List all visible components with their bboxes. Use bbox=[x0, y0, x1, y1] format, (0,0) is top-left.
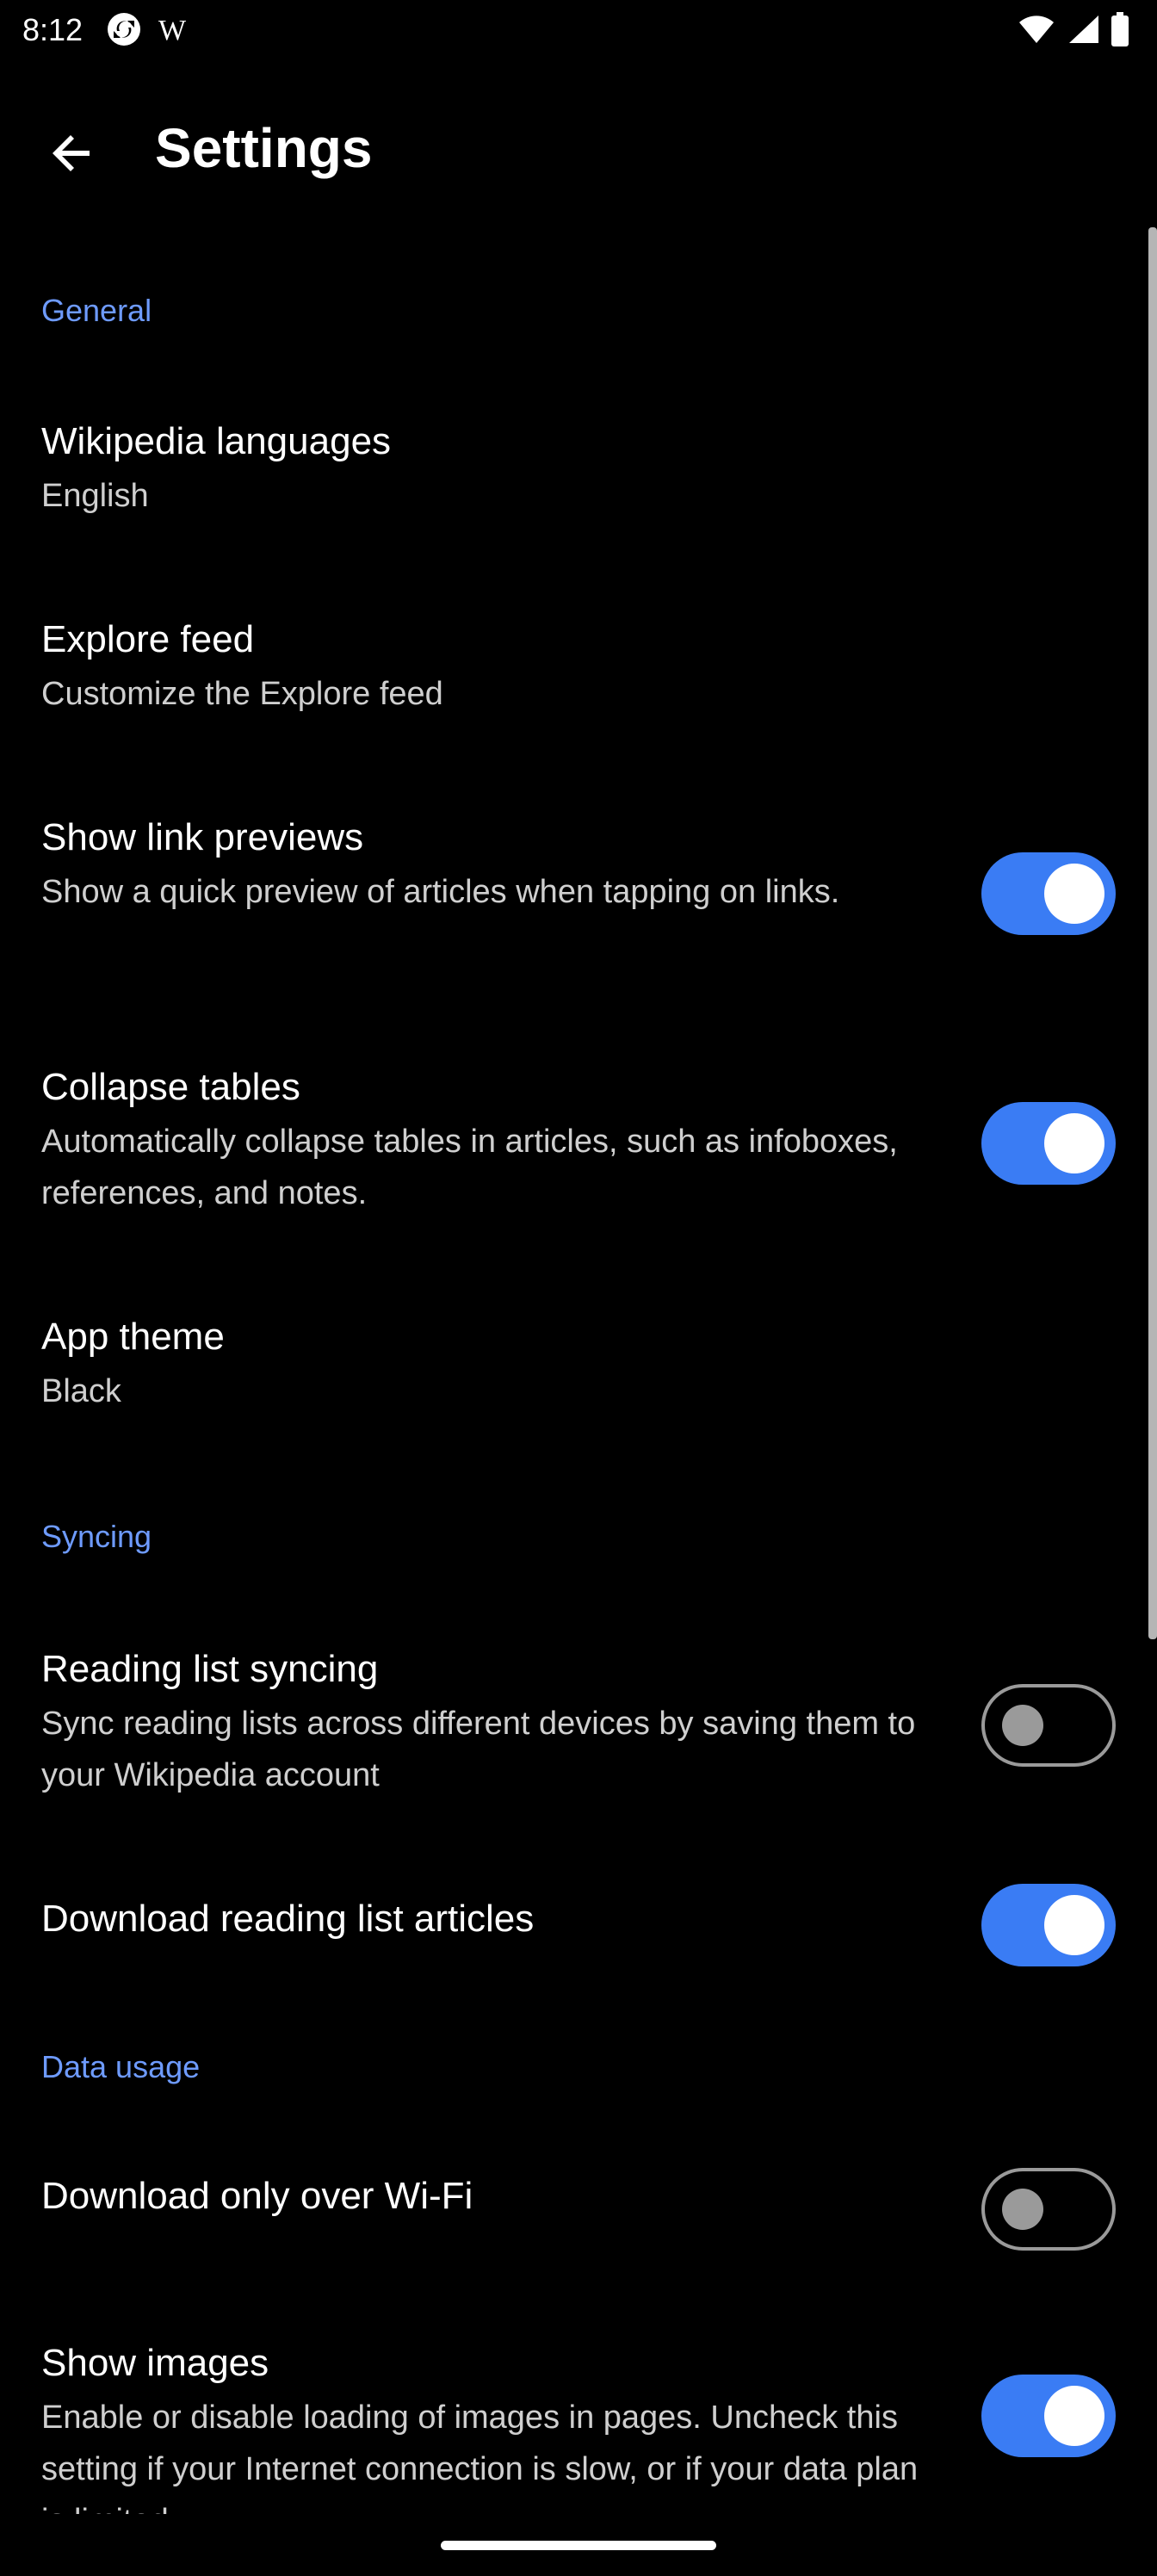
pref-title: Show link previews bbox=[41, 816, 364, 858]
switch-thumb bbox=[1044, 1113, 1104, 1173]
section-header-syncing: Syncing bbox=[41, 1519, 152, 1554]
pref-show-link-previews[interactable]: Show link previews Show a quick preview … bbox=[0, 768, 1157, 1000]
download-reading-list-articles-switch[interactable] bbox=[981, 1884, 1116, 1966]
pref-summary: Sync reading lists across different devi… bbox=[41, 1706, 916, 1793]
pref-reading-list-syncing[interactable]: Reading list syncing Sync reading lists … bbox=[0, 1600, 1157, 1832]
show-images-switch[interactable] bbox=[981, 2375, 1116, 2457]
page-title: Settings bbox=[155, 117, 373, 179]
status-bar: 8:12 W bbox=[0, 0, 1157, 65]
app-bar: Settings bbox=[0, 83, 1157, 210]
pref-title: Collapse tables bbox=[41, 1066, 300, 1108]
back-button[interactable] bbox=[31, 114, 114, 196]
sync-icon bbox=[105, 10, 143, 53]
arrow-back-icon bbox=[50, 131, 95, 180]
pref-collapse-tables[interactable]: Collapse tables Automatically collapse t… bbox=[0, 1018, 1157, 1250]
collapse-tables-switch[interactable] bbox=[981, 1102, 1116, 1185]
cellular-signal-icon bbox=[1066, 14, 1100, 49]
switch-thumb bbox=[1002, 2189, 1043, 2230]
gesture-handle[interactable] bbox=[441, 2541, 716, 2550]
pref-title: Download reading list articles bbox=[41, 1898, 535, 1940]
system-icons bbox=[1018, 11, 1129, 51]
pref-explore-feed[interactable]: Explore feed Customize the Explore feed bbox=[0, 570, 1157, 742]
section-header-general: General bbox=[41, 293, 152, 328]
pref-title: Wikipedia languages bbox=[41, 420, 392, 462]
pref-title: Reading list syncing bbox=[41, 1648, 379, 1690]
pref-download-only-over-wifi[interactable]: Download only over Wi-Fi bbox=[0, 2127, 1157, 2278]
wifi-icon bbox=[1018, 14, 1055, 49]
battery-icon bbox=[1111, 11, 1129, 51]
pref-wikipedia-languages[interactable]: Wikipedia languages English bbox=[0, 372, 1157, 544]
pref-app-theme[interactable]: App theme Black bbox=[0, 1267, 1157, 1440]
pref-show-images[interactable]: Show images Enable or disable loading of… bbox=[0, 2294, 1157, 2514]
pref-title: Show images bbox=[41, 2342, 269, 2384]
pref-summary: English bbox=[41, 478, 149, 514]
reading-list-syncing-switch[interactable] bbox=[981, 1684, 1116, 1767]
pref-title: Download only over Wi-Fi bbox=[41, 2175, 473, 2217]
pref-summary: Customize the Explore feed bbox=[41, 676, 443, 712]
section-header-data-usage: Data usage bbox=[41, 2049, 201, 2084]
switch-thumb bbox=[1044, 2386, 1104, 2446]
show-link-previews-switch[interactable] bbox=[981, 852, 1116, 935]
pref-summary: Black bbox=[41, 1373, 121, 1409]
pref-summary: Automatically collapse tables in article… bbox=[41, 1124, 898, 1211]
switch-thumb bbox=[1002, 1705, 1043, 1746]
settings-list[interactable]: General Wikipedia languages English Expl… bbox=[0, 227, 1157, 2514]
pref-summary: Show a quick preview of articles when ta… bbox=[41, 874, 840, 910]
switch-thumb bbox=[1044, 1895, 1104, 1955]
notification-icons: W bbox=[105, 12, 186, 50]
status-time: 8:12 bbox=[22, 12, 84, 47]
wikipedia-w-icon: W bbox=[158, 15, 187, 46]
scrollbar[interactable] bbox=[1148, 227, 1157, 1639]
pref-summary: Enable or disable loading of images in p… bbox=[41, 2400, 919, 2514]
switch-thumb bbox=[1044, 864, 1104, 924]
pref-title: App theme bbox=[41, 1316, 225, 1358]
pref-title: Explore feed bbox=[41, 618, 255, 660]
pref-download-reading-list-articles[interactable]: Download reading list articles bbox=[0, 1849, 1157, 2001]
download-only-over-wifi-switch[interactable] bbox=[981, 2168, 1116, 2251]
